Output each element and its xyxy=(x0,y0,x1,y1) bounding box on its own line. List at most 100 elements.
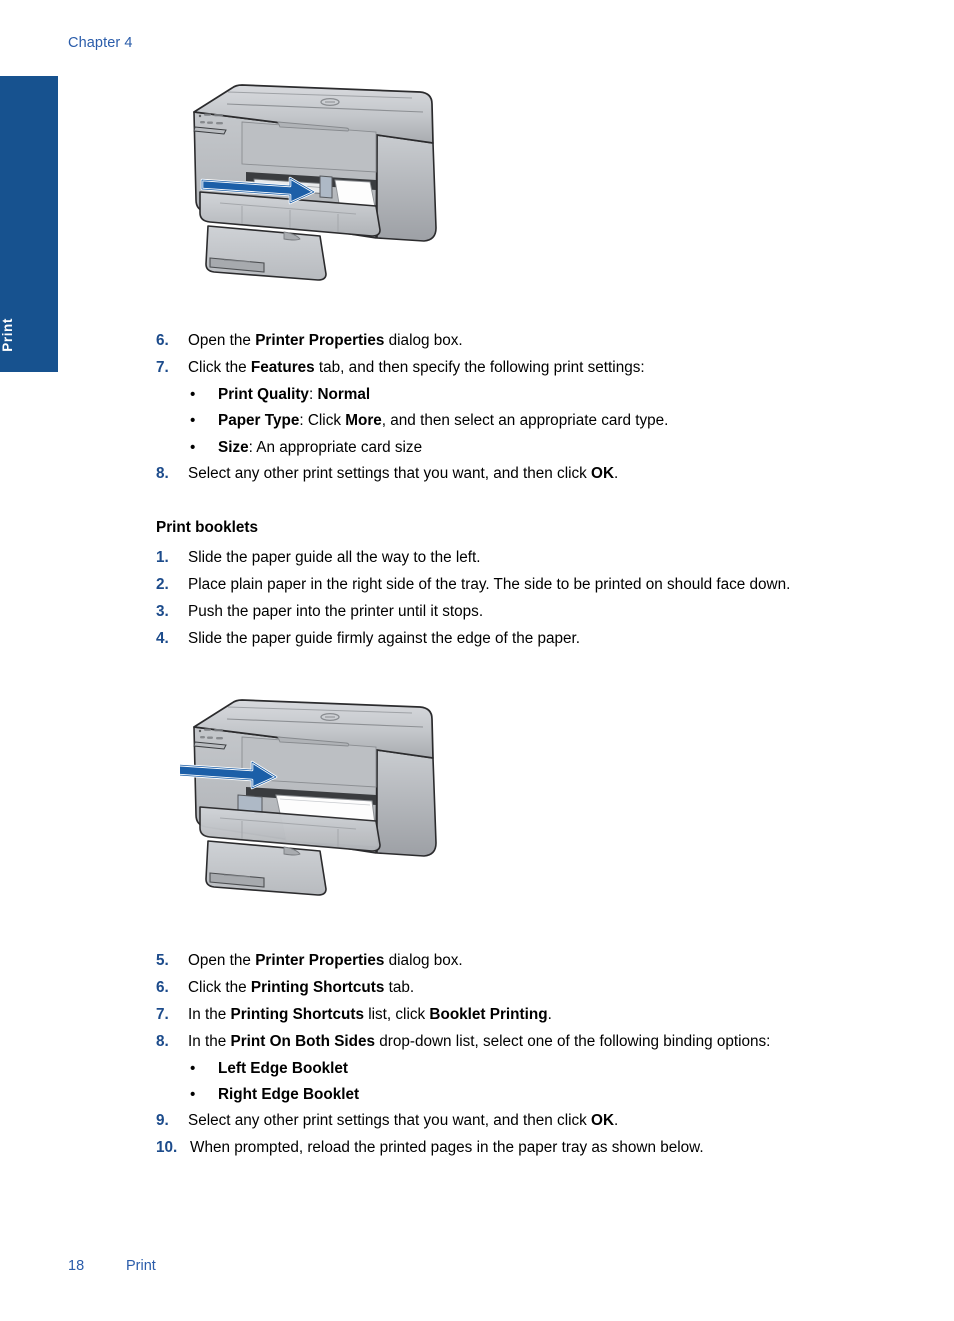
list-item: 7. In the Printing Shortcuts list, click … xyxy=(156,1002,892,1028)
printer-right-side-panel xyxy=(376,134,437,242)
list-item-text: In the Printing Shortcuts list, click Bo… xyxy=(188,1006,552,1023)
list-item-number: 10. xyxy=(156,1139,178,1157)
body-text: drop-down list, select one of the follow… xyxy=(375,1032,771,1050)
body-text: In the xyxy=(188,1032,231,1050)
emphasis-text: Printing Shortcuts xyxy=(230,1005,364,1023)
list-item-text: Click the Printing Shortcuts tab. xyxy=(188,979,414,996)
ordered-step-list: 5. Open the Printer Properties dialog box… xyxy=(156,948,892,1162)
body-text: dialog box. xyxy=(384,332,463,349)
list-item: 2. Place plain paper in the right side of… xyxy=(156,572,892,598)
body-text: tab, and then specify the following prin… xyxy=(314,358,645,376)
emphasis-text: OK xyxy=(591,1112,614,1130)
bullet-list-item: • Paper Type: Click More, and then select… xyxy=(156,408,892,434)
emphasis-text: Right Edge Booklet xyxy=(218,1086,360,1104)
body-text: Slide the paper guide firmly against the… xyxy=(188,629,581,647)
emphasis-text: Paper Type xyxy=(218,412,300,430)
body-text: Place plain paper in the right side of t… xyxy=(188,575,791,593)
bullet-item-text: Paper Type: Click More, and then select … xyxy=(218,412,668,429)
printer-booklet-loading-figure xyxy=(180,695,450,915)
emphasis-text: Normal xyxy=(317,385,371,403)
emphasis-text: Printer Properties xyxy=(255,332,385,349)
list-item-text: Slide the paper guide firmly against the… xyxy=(188,630,580,647)
list-item-number: 6. xyxy=(156,978,169,996)
list-item-text: Place plain paper in the right side of t… xyxy=(188,576,790,593)
list-item-number: 7. xyxy=(156,358,169,376)
list-item: 10. When prompted, reload the printed pag… xyxy=(156,1135,892,1161)
list-item-text: When prompted, reload the printed pages … xyxy=(190,1139,704,1156)
print-booklets-section: Print booklets 1. Slide the paper guide a… xyxy=(156,515,892,653)
printer-right-side-panel xyxy=(376,749,437,857)
emphasis-text: OK xyxy=(591,465,614,483)
list-item: 8. Select any other print settings that y… xyxy=(156,461,892,487)
list-item-number: 4. xyxy=(156,629,169,647)
body-text: . xyxy=(614,1112,619,1130)
body-text: : An appropriate card size xyxy=(248,438,423,456)
printer-tray-extension xyxy=(205,840,327,896)
bullet-list: • Left Edge Booklet • Right Edge Booklet xyxy=(156,1056,892,1109)
printer-tray-extension xyxy=(205,225,327,281)
bullet-dot-icon: • xyxy=(190,1086,196,1104)
bullet-item-text: Size: An appropriate card size xyxy=(218,439,422,456)
list-item: 6. Click the Printing Shortcuts tab. xyxy=(156,975,892,1001)
list-item-number: 3. xyxy=(156,602,169,620)
list-item: 7. Click the Features tab, and then speci… xyxy=(156,355,892,381)
bullet-dot-icon: • xyxy=(190,1059,196,1077)
list-item-number: 6. xyxy=(156,332,169,349)
paper-width-guide xyxy=(319,175,333,199)
emphasis-text: More xyxy=(345,412,382,430)
list-item: 3. Push the paper into the printer until … xyxy=(156,599,892,625)
list-item: 4. Slide the paper guide firmly against t… xyxy=(156,626,892,652)
list-item: 5. Open the Printer Properties dialog box… xyxy=(156,948,892,974)
list-item: 6. Open the Printer Properties dialog box… xyxy=(156,328,892,354)
body-text: : Click xyxy=(299,412,346,430)
body-text: Push the paper into the printer until it… xyxy=(188,602,484,620)
body-text: Open the xyxy=(188,332,256,349)
side-tab-print: Print xyxy=(0,76,58,372)
emphasis-text: Left Edge Booklet xyxy=(218,1059,349,1077)
body-text: tab. xyxy=(384,978,415,996)
booklet-print-steps: 5. Open the Printer Properties dialog box… xyxy=(156,948,892,1162)
list-item-number: 8. xyxy=(156,1032,169,1050)
body-text: , and then select an appropriate card ty… xyxy=(381,412,669,430)
list-item-number: 2. xyxy=(156,575,169,593)
footer-page-number: 18 xyxy=(68,1258,85,1274)
emphasis-text: Printer Properties xyxy=(255,952,385,969)
section-heading: Print booklets xyxy=(156,519,258,536)
bullet-dot-icon: • xyxy=(190,438,196,456)
body-text: In the xyxy=(188,1005,231,1023)
ordered-step-list: 6. Open the Printer Properties dialog box… xyxy=(156,328,892,487)
bullet-list-item: • Right Edge Booklet xyxy=(156,1082,892,1108)
body-text: list, click xyxy=(363,1005,430,1023)
list-item-text: Open the Printer Properties dialog box. xyxy=(188,332,463,349)
list-item-number: 7. xyxy=(156,1005,169,1023)
list-item-number: 9. xyxy=(156,1112,169,1130)
list-item-text: Select any other print settings that you… xyxy=(188,465,618,482)
bullet-list-item: • Left Edge Booklet xyxy=(156,1056,892,1082)
bullet-list: • Print Quality: Normal • Paper Type: Click… xyxy=(156,382,892,461)
list-item: 1. Slide the paper guide all the way to t… xyxy=(156,545,892,571)
body-text: Select any other print settings that you… xyxy=(188,465,592,483)
side-tab-label: Print xyxy=(0,318,15,352)
body-text: Click the xyxy=(188,978,251,996)
list-item-number: 8. xyxy=(156,465,169,483)
footer-section-label: Print xyxy=(126,1258,156,1274)
bullet-dot-icon: • xyxy=(190,412,196,430)
body-text: . xyxy=(547,1005,552,1023)
emphasis-text: Print On Both Sides xyxy=(230,1032,376,1050)
body-text: Select any other print settings that you… xyxy=(188,1112,592,1130)
bullet-item-text: Right Edge Booklet xyxy=(218,1086,359,1103)
body-text: dialog box. xyxy=(384,952,463,969)
body-text: Open the xyxy=(188,952,256,969)
bullet-list-item: • Print Quality: Normal xyxy=(156,382,892,408)
body-text: Click the xyxy=(188,358,251,376)
list-item-text: Slide the paper guide all the way to the… xyxy=(188,549,481,566)
page-footer: 18 Print xyxy=(68,1258,156,1274)
bullet-item-text: Print Quality: Normal xyxy=(218,386,370,403)
list-item-text: Push the paper into the printer until it… xyxy=(188,603,483,620)
list-item-text: Open the Printer Properties dialog box. xyxy=(188,952,463,969)
bullet-list-item: • Size: An appropriate card size xyxy=(156,435,892,461)
emphasis-text: Booklet Printing xyxy=(429,1005,548,1023)
printer-card-loading-figure xyxy=(180,80,450,300)
list-item-text: In the Print On Both Sides drop-down lis… xyxy=(188,1033,770,1050)
emphasis-text: Printing Shortcuts xyxy=(250,978,385,996)
